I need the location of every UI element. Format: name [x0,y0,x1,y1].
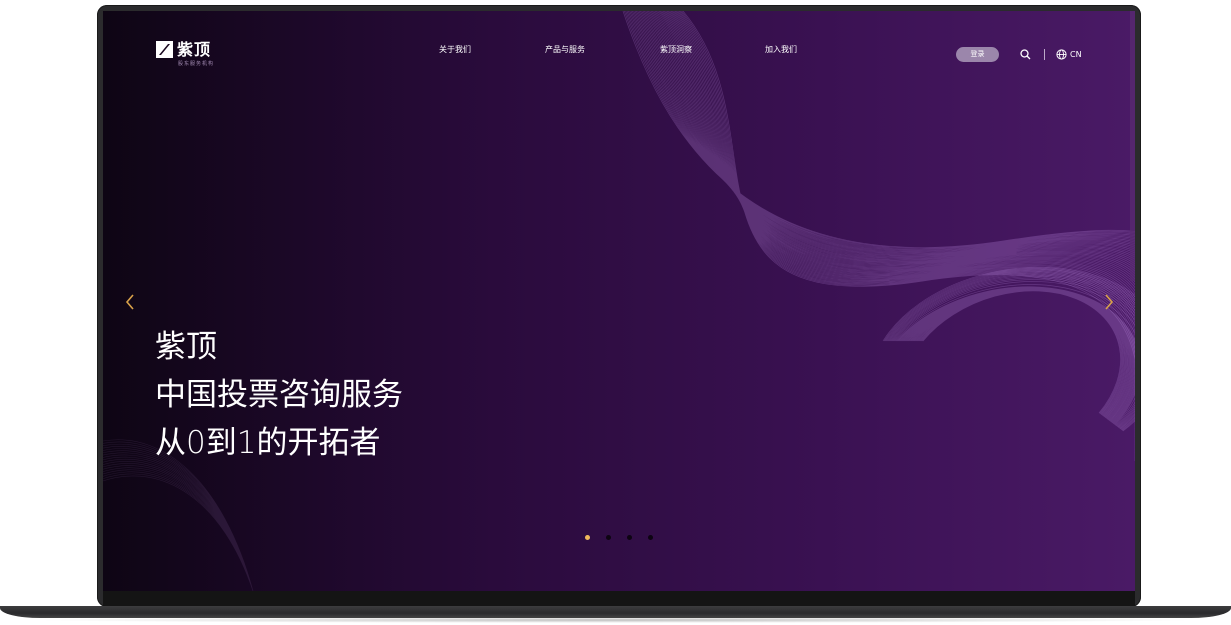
logo[interactable]: 紫顶 股东服务机构 [156,40,213,67]
nav-item-products[interactable]: 产品与服务 [545,44,585,55]
hero-line: 从0到1的开拓者 [155,425,381,461]
chevron-right-icon[interactable] [1102,293,1116,311]
nav-item-careers[interactable]: 加入我们 [765,44,797,55]
website-screen: 紫顶 股东服务机构 关于我们 产品与服务 紫顶洞察 加入我们 登录 CN 紫顶 … [103,11,1135,591]
laptop-shadow [30,617,1201,623]
nav-item-about[interactable]: 关于我们 [439,44,471,55]
language-switch[interactable]: CN [1070,50,1082,59]
chevron-left-icon[interactable] [123,293,137,311]
login-button[interactable]: 登录 [956,47,999,62]
carousel-dot[interactable] [585,535,590,540]
brand-name: 紫顶 [177,40,212,59]
carousel-pagination [585,535,669,540]
carousel-dot[interactable] [648,535,653,540]
globe-icon[interactable] [1056,49,1067,60]
wave-background [103,11,1135,591]
search-icon[interactable] [1020,49,1031,60]
carousel-dot[interactable] [627,535,632,540]
nav-divider [1044,49,1045,60]
scrollbar[interactable] [1130,11,1135,281]
logo-mark-icon [156,41,173,58]
hero-line: 中国投票咨询服务 [155,377,403,413]
hero-headline: 紫顶 中国投票咨询服务 从0到1的开拓者 [155,323,403,467]
carousel-dot[interactable] [606,535,611,540]
hero-line: 紫顶 [155,329,217,365]
nav-item-insights[interactable]: 紫顶洞察 [660,44,692,55]
laptop-bezel-bottom [103,591,1135,607]
brand-tagline: 股东服务机构 [178,61,215,67]
